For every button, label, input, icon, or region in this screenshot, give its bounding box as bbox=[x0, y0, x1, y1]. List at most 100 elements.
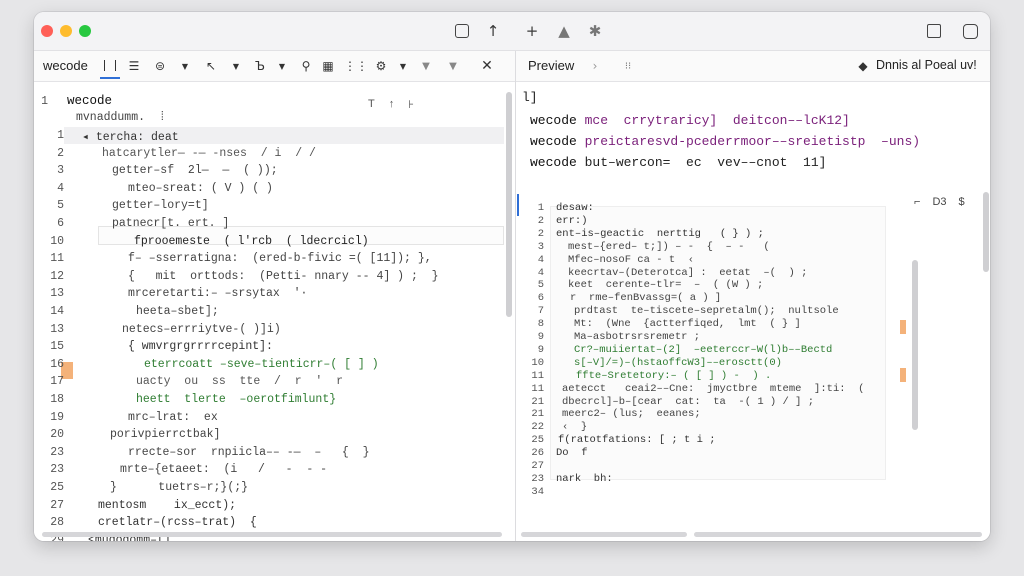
code-line: getter–lory=t] bbox=[112, 199, 209, 213]
gear-icon[interactable]: ⚙ bbox=[373, 57, 389, 75]
split-icon[interactable] bbox=[100, 57, 120, 79]
line-number: 12 bbox=[50, 269, 64, 283]
arrow-up-icon[interactable]: ↑ bbox=[483, 21, 503, 41]
columns-icon[interactable]: ⋮⋮ bbox=[344, 57, 368, 75]
snippet-line-number: 27 bbox=[531, 460, 544, 472]
arrow-tool-icon[interactable]: ↑ bbox=[389, 98, 395, 111]
code-line: porivpierrctbak] bbox=[110, 428, 221, 442]
snippet-marker bbox=[900, 368, 906, 382]
editor-subheader: mvnaddumm. ⁞ bbox=[76, 111, 166, 124]
shield-icon: ◆ bbox=[858, 59, 868, 73]
code-line: hatcarytler— ‑— ‑nses / i / / bbox=[102, 146, 316, 160]
snippet-code-line: Ma–asbotrsrsremetr ; bbox=[574, 331, 701, 343]
text-tool-icon[interactable]: T bbox=[368, 98, 375, 111]
d3-label[interactable]: D3 bbox=[932, 196, 946, 208]
cursor-icon[interactable]: ↖ bbox=[204, 57, 218, 75]
line-number: 15 bbox=[50, 340, 64, 354]
triangle-down-icon[interactable]: ▼ bbox=[420, 57, 432, 75]
preview-status-label: Dnnis al Poeal uv! bbox=[876, 58, 977, 72]
dots-icon[interactable]: ⁝⁝ bbox=[620, 57, 636, 75]
maximize-window-button[interactable] bbox=[79, 25, 91, 37]
snippet-code-line: prdtast te–tiscete–sepretalm(); nultsole bbox=[574, 305, 839, 318]
chevron-down-icon[interactable]: ▼ bbox=[277, 57, 287, 75]
grid-icon[interactable]: ▦ bbox=[320, 57, 336, 75]
triangle-down-icon[interactable]: ▼ bbox=[447, 57, 459, 75]
code-editor[interactable]: 1 wecode mvnaddumm. ⁞ T ↑ ⊦ 1 ◂ tercha: d… bbox=[34, 82, 515, 541]
corner-icon[interactable]: ⌐ bbox=[914, 196, 920, 208]
headline-text: mce crrytraricy] deitcon––lcK12] bbox=[576, 113, 850, 128]
app-window: ↑ + ▲ ✱ wecode ☰ ⊜ ▼ ↖ ▼ Ъ ▼ ⚲ ▦ ⋮⋮ ⚙ ▼ … bbox=[34, 12, 990, 541]
line-number: 6 bbox=[57, 217, 64, 230]
line-number: 27 bbox=[50, 498, 64, 512]
close-window-button[interactable] bbox=[41, 25, 53, 37]
plus-icon[interactable]: + bbox=[522, 21, 542, 41]
square-box-icon[interactable] bbox=[452, 21, 472, 41]
line-number: 17 bbox=[50, 375, 64, 389]
chevron-down-icon[interactable]: ▼ bbox=[180, 57, 190, 75]
snippet-line-number: 2 bbox=[537, 214, 544, 227]
preview-headline: wecode mce crrytraricy] deitcon––lcK12] bbox=[530, 113, 850, 128]
snippet-code-line: err:) bbox=[556, 214, 588, 227]
line-number: 28 bbox=[50, 516, 64, 530]
snippet-line-number: 10 bbox=[531, 356, 544, 369]
search-icon[interactable]: ⚲ bbox=[298, 57, 314, 75]
preview-h-scrollbar[interactable] bbox=[521, 532, 687, 537]
chevron-down-icon[interactable]: ▼ bbox=[231, 57, 241, 75]
line-number: 10 bbox=[50, 234, 64, 248]
triangle-icon[interactable]: ▲ bbox=[554, 21, 574, 41]
headline-text: preictaresvd‑pcederrmoor––sreietistp –un… bbox=[576, 134, 921, 149]
code-line: { wmvrgrgrrrrcepint]: bbox=[128, 340, 273, 354]
editor-scrollbar[interactable] bbox=[506, 92, 512, 317]
preview-scrollbar[interactable] bbox=[983, 192, 989, 272]
chevron-right-icon[interactable]: › bbox=[590, 57, 600, 75]
snippet-code-line: mest–{ered– t;]) – ‑ { – ‑ ( bbox=[568, 240, 770, 253]
font-icon[interactable]: Ъ bbox=[252, 57, 268, 75]
line-number: 23 bbox=[50, 463, 64, 477]
editor-header: wecode bbox=[67, 94, 113, 108]
code-line: { mit orttods: (Petti‑ nnary ‑‑ 4] ) ; } bbox=[128, 269, 439, 283]
snippet-line-number: 7 bbox=[537, 305, 544, 318]
chat-square-icon[interactable] bbox=[924, 21, 944, 41]
mini-toolbar: T ↑ ⊦ bbox=[368, 98, 414, 111]
line-number: 11 bbox=[50, 252, 64, 266]
snippet-line-number: 11 bbox=[531, 382, 544, 395]
toolbar: wecode ☰ ⊜ ▼ ↖ ▼ Ъ ▼ ⚲ ▦ ⋮⋮ ⚙ ▼ ▼ ▼ ✕ Pr… bbox=[34, 51, 990, 82]
line-number: 13 bbox=[50, 322, 64, 336]
code-line: patnecr[t. ert. ] bbox=[112, 217, 230, 230]
headline-prefix: wecode bbox=[530, 113, 577, 128]
preview-headline: wecode preictaresvd‑pcederrmoor––sreieti… bbox=[530, 134, 920, 149]
editor-h-scrollbar[interactable] bbox=[42, 532, 502, 537]
chevron-down-icon[interactable]: ▼ bbox=[398, 57, 408, 75]
preview-headline: wecode but–wercon= ec vev––cnot 11] bbox=[530, 155, 826, 170]
snippet-line-number: 3 bbox=[537, 240, 544, 253]
close-icon[interactable]: ✕ bbox=[480, 57, 494, 75]
bracket-tool-icon[interactable]: ⊦ bbox=[408, 98, 414, 111]
snippet-code-line: Cr?–muiiertat–(2] –eeterccr–W(l)b––Bectd bbox=[574, 343, 833, 356]
code-line: mentosm ix_ecct); bbox=[98, 498, 237, 512]
snippet-line-number: 21 bbox=[531, 395, 544, 408]
headline-text: but–wercon= ec vev––cnot 11] bbox=[576, 155, 827, 170]
snippet-line-number: 9 bbox=[537, 331, 544, 343]
dollar-icon[interactable]: $ bbox=[959, 196, 965, 208]
line-number: 1 bbox=[57, 129, 64, 142]
code-line: mrte–{etaeet: (i / ‑ ‑ ‑ bbox=[120, 463, 328, 477]
line-number: 19 bbox=[50, 410, 64, 424]
format-icon[interactable]: ⊜ bbox=[152, 57, 168, 75]
preview-pane: l] wecode mce crrytraricy] deitcon––lcK1… bbox=[516, 82, 990, 541]
minimize-window-button[interactable] bbox=[60, 25, 72, 37]
preview-h-scrollbar-track[interactable] bbox=[694, 532, 982, 537]
code-line: netecs–errriytve‑( )]i) bbox=[122, 322, 281, 336]
window-icon[interactable] bbox=[960, 21, 980, 41]
snippet-scrollbar[interactable] bbox=[912, 260, 918, 430]
snippet-code-line: nark bh: bbox=[556, 472, 613, 485]
snippet-line-number: 1 bbox=[537, 202, 544, 214]
line-number: 18 bbox=[50, 393, 64, 406]
list-icon[interactable]: ☰ bbox=[127, 57, 141, 75]
preview-tab[interactable]: Preview bbox=[528, 58, 574, 73]
editor-tab[interactable]: wecode bbox=[43, 58, 88, 73]
snippet-toolbar: ⌐ D3 $ bbox=[914, 196, 965, 208]
pin-icon[interactable]: ✱ bbox=[585, 21, 605, 41]
snippet-code-line: Mfec–nosoF ca ‑ t ‹ bbox=[568, 253, 695, 266]
snippet-code-line: keecrtav–(Deterotca] : eetat –( ) ; bbox=[568, 266, 808, 279]
snippet-line-number: 9 bbox=[537, 343, 544, 356]
